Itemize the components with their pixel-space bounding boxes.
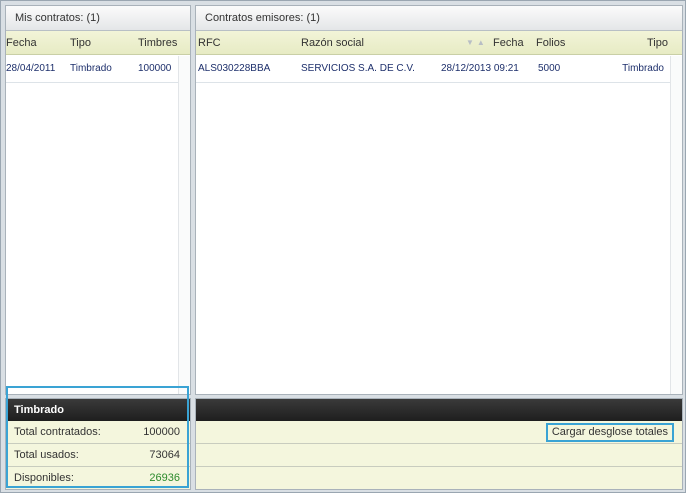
- total-usados-value: 73064: [149, 449, 180, 461]
- contratos-emisores-column-header: RFC Razón social ▼▲ Fecha Folios Tipo: [196, 31, 682, 55]
- cargar-desglose-totales-button[interactable]: Cargar desglose totales: [545, 423, 674, 442]
- cargar-row: Cargar desglose totales: [196, 421, 682, 444]
- summary-right-row-2: [196, 444, 682, 467]
- cell-fecha: 28/12/2013 09:21: [441, 63, 519, 74]
- cell-razon-social: SERVICIOS S.A. DE C.V.: [301, 63, 415, 74]
- disponibles-label: Disponibles:: [14, 472, 74, 484]
- total-contratados-value: 100000: [143, 426, 180, 438]
- table-row[interactable]: ALS030228BBA SERVICIOS S.A. DE C.V. 28/1…: [196, 55, 682, 83]
- total-usados-label: Total usados:: [14, 449, 79, 461]
- total-contratados-label: Total contratados:: [14, 426, 101, 438]
- vertical-scrollbar[interactable]: [178, 56, 190, 394]
- total-contratados-row: Total contratados: 100000: [6, 421, 190, 444]
- summary-right-area: Cargar desglose totales: [195, 398, 683, 490]
- column-fecha[interactable]: Fecha: [493, 31, 524, 55]
- contratos-emisores-title: Contratos emisores: (1): [196, 6, 682, 31]
- total-usados-row: Total usados: 73064: [6, 444, 190, 467]
- main-window: Mis contratos: (1) Fecha Tipo Timbres 28…: [0, 0, 686, 493]
- summary-right-row-3: [196, 467, 682, 490]
- column-timbres[interactable]: Timbres: [138, 31, 177, 55]
- timbrado-summary: Timbrado Total contratados: 100000 Total…: [5, 398, 191, 490]
- mis-contratos-column-header: Fecha Tipo Timbres: [6, 31, 190, 55]
- sort-arrows-icon[interactable]: ▼▲: [466, 31, 488, 55]
- column-fecha[interactable]: Fecha: [6, 31, 37, 55]
- contratos-emisores-panel: Contratos emisores: (1) RFC Razón social…: [195, 5, 683, 395]
- column-tipo[interactable]: Tipo: [647, 31, 668, 55]
- cell-fecha: 28/04/2011: [6, 63, 56, 74]
- cell-folios: 5000: [538, 63, 561, 74]
- vertical-scrollbar[interactable]: [670, 56, 682, 394]
- mis-contratos-panel: Mis contratos: (1) Fecha Tipo Timbres 28…: [5, 5, 191, 395]
- cell-timbres: 100000: [138, 63, 172, 74]
- column-razon-social[interactable]: Razón social: [301, 31, 364, 55]
- column-folios[interactable]: Folios: [536, 31, 565, 55]
- summary-right-header: [196, 399, 682, 421]
- cell-tipo: Timbrado: [622, 63, 664, 74]
- cell-rfc: ALS030228BBA: [198, 63, 271, 74]
- column-tipo[interactable]: Tipo: [70, 31, 91, 55]
- disponibles-value: 26936: [149, 472, 180, 484]
- table-row[interactable]: 28/04/2011 Timbrado 100000: [6, 55, 190, 83]
- mis-contratos-title: Mis contratos: (1): [6, 6, 190, 31]
- disponibles-row: Disponibles: 26936: [6, 467, 190, 490]
- timbrado-header: Timbrado: [6, 399, 190, 421]
- column-rfc[interactable]: RFC: [198, 31, 221, 55]
- cell-tipo: Timbrado: [70, 63, 112, 74]
